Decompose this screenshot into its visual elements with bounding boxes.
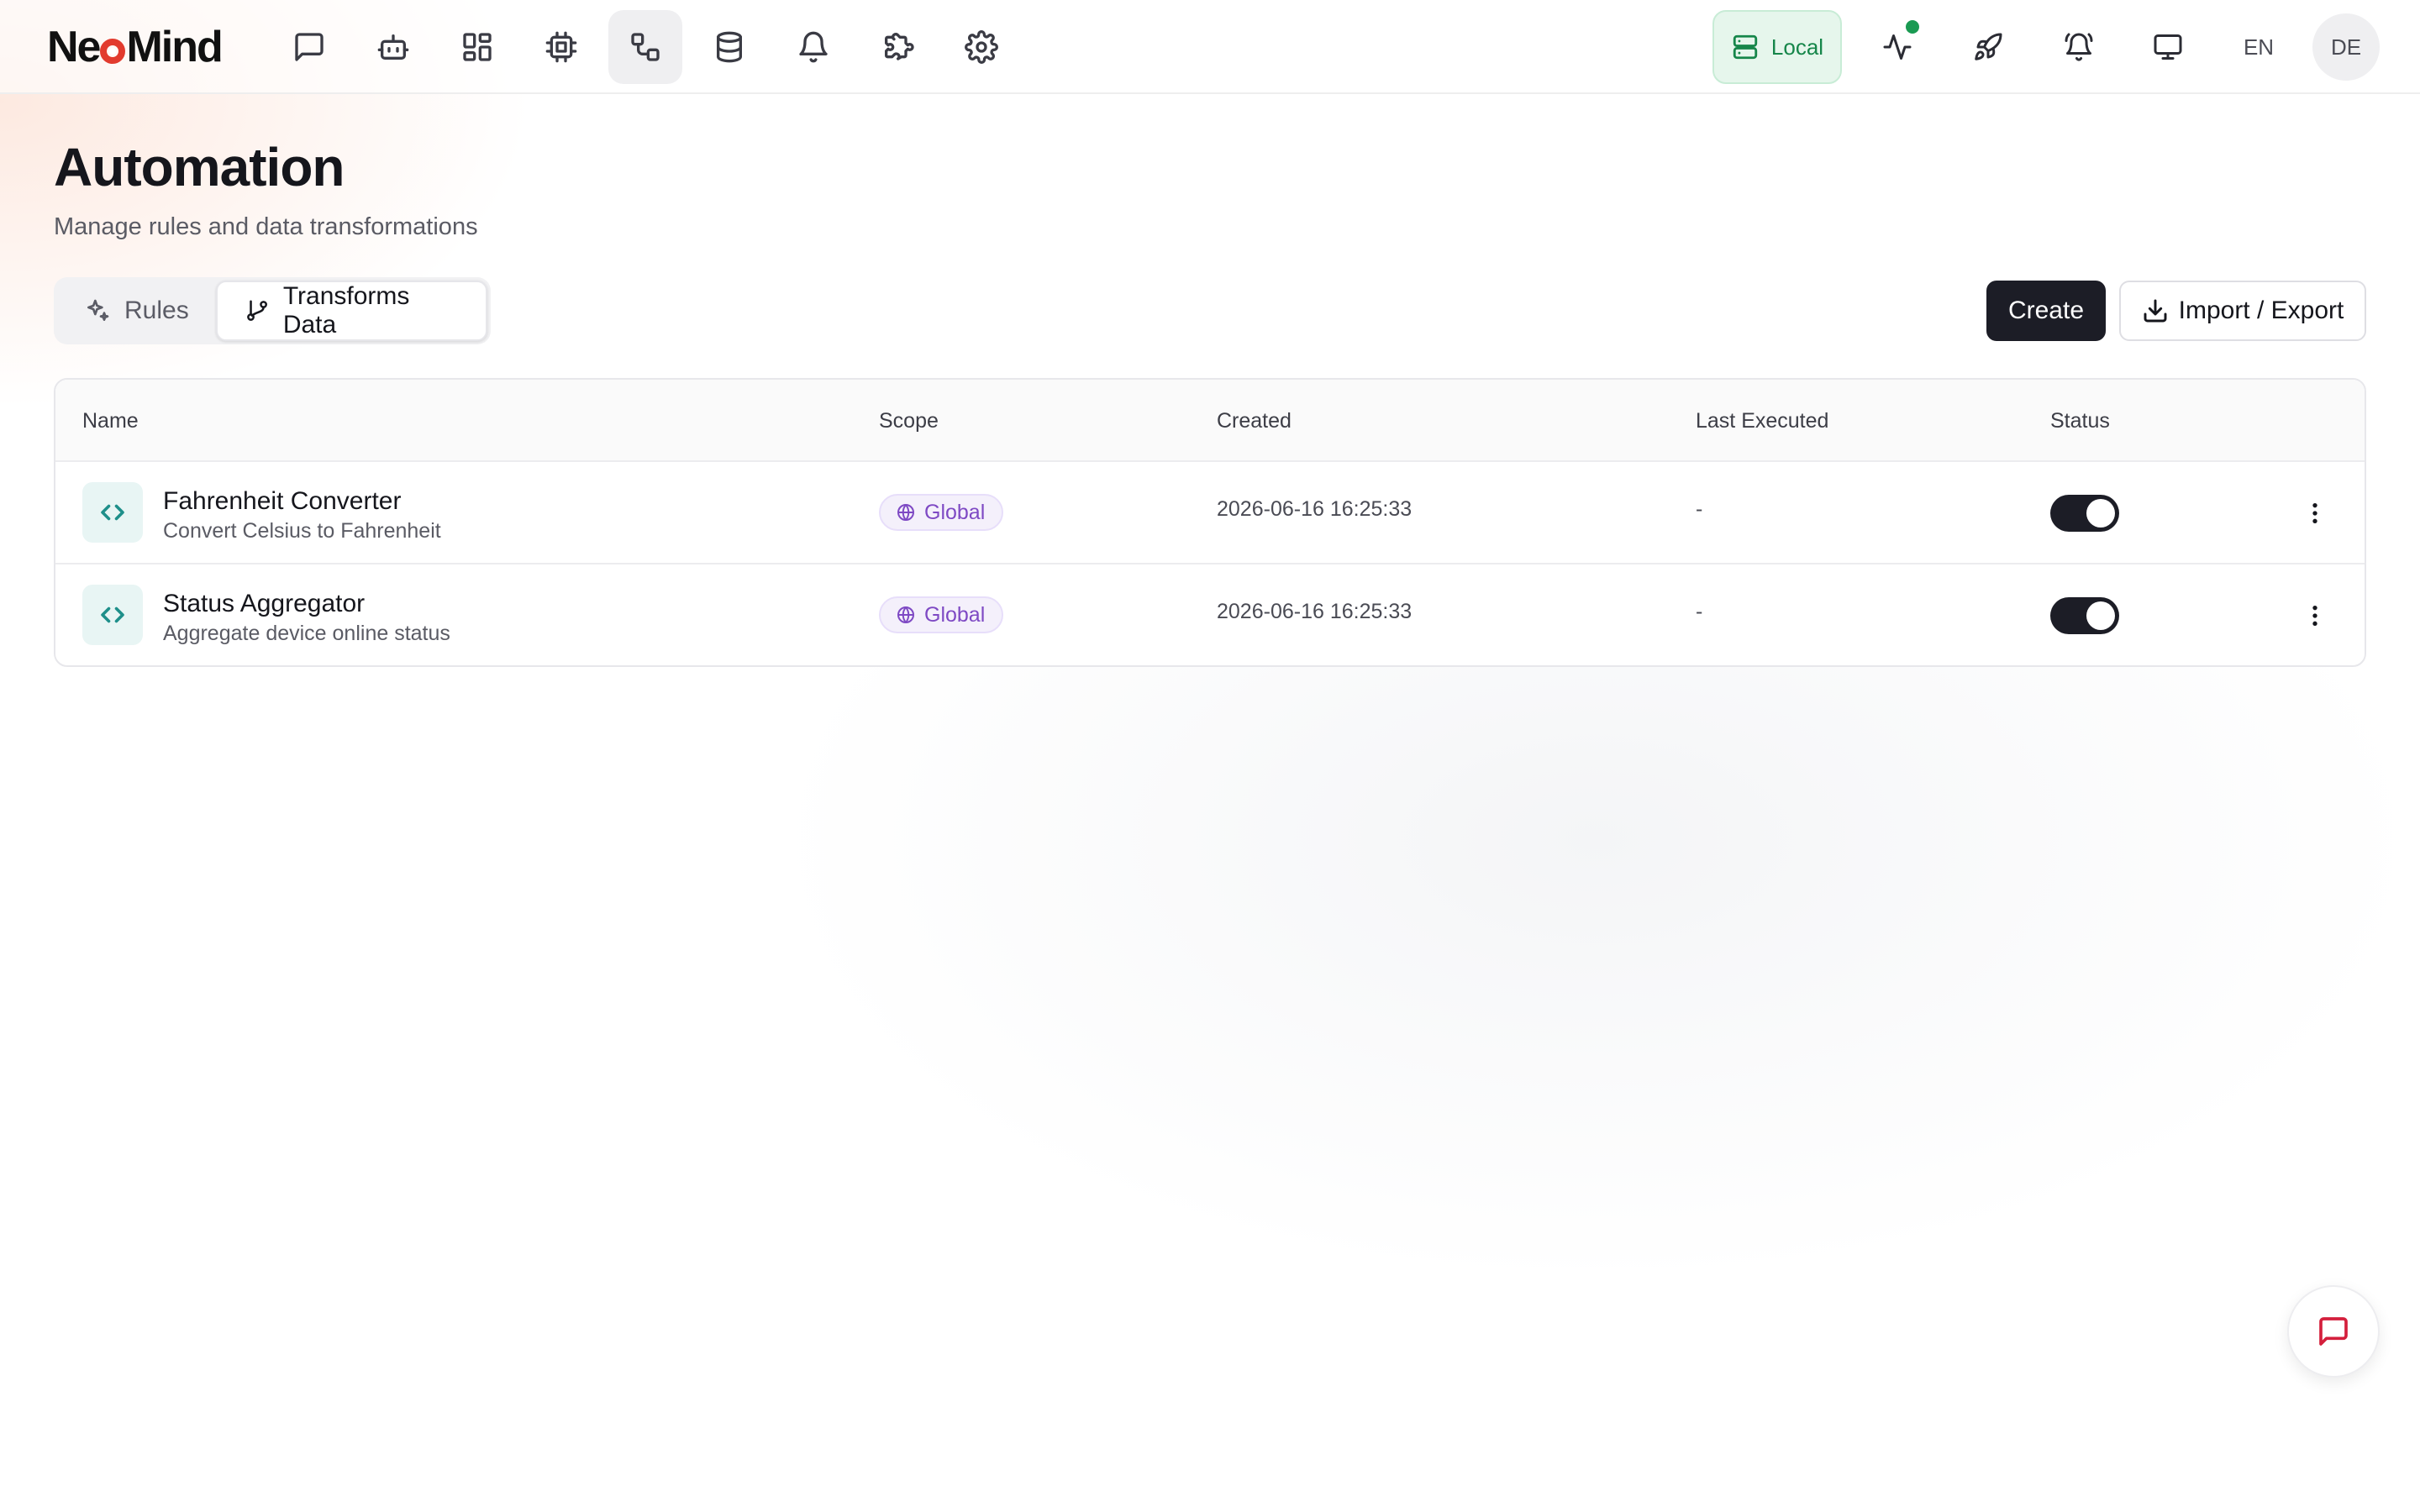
scope-badge: Global [879,494,1004,531]
nav-data-button[interactable] [692,10,766,84]
download-icon [2144,299,2167,323]
puzzle-icon [885,33,914,60]
bell-icon [799,31,828,63]
nav-alerts-button[interactable] [776,10,850,84]
database-icon [717,31,742,63]
nav-dashboard-button[interactable] [440,10,514,84]
tab-rules[interactable]: Rules [57,281,216,341]
table-row[interactable]: Status Aggregator Aggregate device onlin… [55,564,2365,665]
globe-icon [897,504,914,521]
message-square-icon [2319,1317,2348,1346]
transform-description: Convert Celsius to Fahrenheit [163,519,441,543]
logo-text-end: Mind [126,23,223,71]
automation-icon [631,33,660,61]
language-de-button[interactable]: DE [2312,13,2380,81]
nav-automation-button[interactable] [608,10,682,84]
column-name: Name [82,408,139,433]
logo-text-start: Ne [47,23,102,71]
rocket-icon [1975,33,2002,60]
more-vertical-icon [2312,503,2317,523]
column-last-executed: Last Executed [1696,408,1829,433]
row-menu-button[interactable] [2294,492,2336,534]
display-button[interactable] [2139,18,2196,76]
status-toggle[interactable] [2050,597,2119,634]
globe-icon [897,606,914,623]
import-export-label: Import / Export [2178,297,2344,324]
scope-badge: Global [879,596,1004,633]
neomind-logo[interactable]: Ne Mind [47,22,224,72]
alarm-button[interactable] [2050,18,2107,76]
tab-transforms-data[interactable]: Transforms Data [215,281,487,341]
sparkles-icon [87,299,109,321]
page-subtitle: Manage rules and data transformations [54,213,478,240]
import-export-button[interactable]: Import / Export [2119,281,2366,341]
activity-icon [1883,34,1912,60]
created-date: 2026-06-16 16:25:33 [1217,497,1413,521]
chat-fab-button[interactable] [2287,1285,2380,1378]
last-executed: - [1696,600,1703,623]
column-scope: Scope [879,408,939,433]
connection-label: Local [1770,34,1824,60]
bot-icon [377,34,409,60]
automation-tabs: Rules Transforms Data [54,277,491,344]
git-branch-icon [246,300,267,321]
table-header: Name Scope Created Last Executed Status [55,380,2365,462]
toggle-knob [2086,601,2115,630]
status-toggle[interactable] [2050,495,2119,532]
chat-icon [295,33,324,61]
code-icon [82,482,143,543]
tab-rules-label: Rules [124,297,189,324]
tab-transforms-label: Transforms Data [282,282,410,339]
server-icon [1733,34,1758,60]
connection-local-button[interactable]: Local [1712,10,1842,84]
scope-label: Global [924,500,986,524]
scope-label: Global [924,602,986,627]
create-button[interactable]: Create [1986,281,2106,341]
logo-o-mark [100,39,126,64]
column-status: Status [2050,408,2110,433]
language-en-button[interactable]: EN [2232,18,2286,76]
chip-icon [545,31,577,63]
created-date: 2026-06-16 16:25:33 [1217,600,1413,623]
alarm-bell-icon [2065,33,2093,61]
column-created: Created [1217,408,1292,433]
nav-devices-button[interactable] [524,10,598,84]
transforms-table: Name Scope Created Last Executed Status … [54,378,2366,667]
top-bar: Ne Mind Local EN DE [0,0,2420,94]
table-row[interactable]: Fahrenheit Converter Convert Celsius to … [55,462,2365,564]
row-menu-button[interactable] [2294,595,2336,637]
more-vertical-icon [2312,606,2317,626]
nav-agents-button[interactable] [356,10,430,84]
nav-settings-button[interactable] [944,10,1018,84]
transform-name: Fahrenheit Converter [163,487,402,515]
gear-icon [965,30,998,64]
code-icon [82,585,143,645]
last-executed: - [1696,497,1703,521]
transform-name: Status Aggregator [163,590,366,617]
toggle-knob [2086,499,2115,528]
launch-button[interactable] [1960,18,2017,76]
monitor-icon [2154,34,2182,60]
nav-extensions-button[interactable] [860,10,934,84]
dashboard-icon [463,33,492,61]
page-title: Automation [54,137,345,197]
transform-description: Aggregate device online status [163,622,450,645]
nav-chat-button[interactable] [272,10,346,84]
activity-status-dot [1906,20,1919,34]
